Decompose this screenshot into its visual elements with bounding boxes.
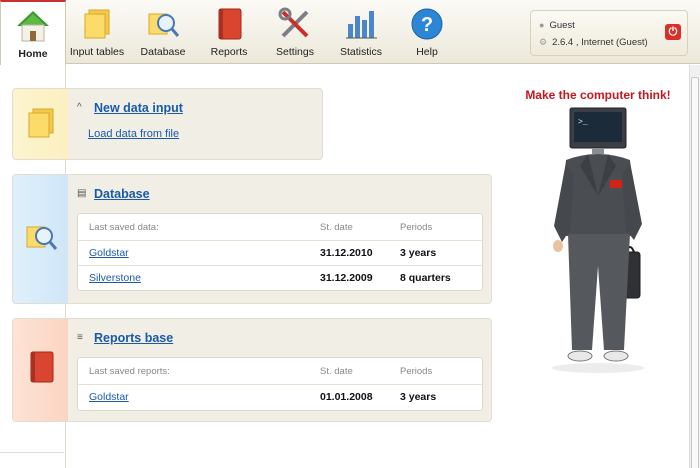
main-toolbar: Home Input tables Database Reports Setti… <box>0 0 700 65</box>
toolbar-database-button[interactable]: Database <box>130 0 196 64</box>
user-name-row: ● Guest <box>539 20 575 31</box>
table-row-periods: 3 years <box>400 391 437 403</box>
col-header-periods: Periods <box>400 222 433 233</box>
document-icon: ▤ <box>77 188 87 199</box>
toolbar-database-label: Database <box>140 46 186 58</box>
table-row-periods: 3 years <box>400 247 437 259</box>
list-icon: ≡ <box>77 332 83 343</box>
toolbar-home-button[interactable]: Home <box>0 0 66 65</box>
reports-title-link[interactable]: Reports base <box>94 331 173 345</box>
table-row-name-link[interactable]: Goldstar <box>89 391 129 403</box>
scrollbar-thumb[interactable] <box>691 77 699 468</box>
col-header-name: Last saved reports: <box>89 366 170 377</box>
col-header-name: Last saved data: <box>89 222 159 233</box>
input-tables-icon <box>28 108 54 138</box>
power-button[interactable]: ⏻ <box>665 24 681 40</box>
database-icon <box>26 226 58 250</box>
settings-icon <box>278 7 309 38</box>
table-row-name-link[interactable]: Silverstone <box>89 272 141 284</box>
header-divider <box>78 240 482 241</box>
new-data-panel: ^ New data input Load data from file <box>12 88 323 160</box>
database-title-link[interactable]: Database <box>94 187 150 201</box>
reports-side <box>13 319 68 421</box>
reports-table: Last saved reports: St. date Periods Gol… <box>77 357 483 411</box>
toolbar-statistics-label: Statistics <box>339 46 382 58</box>
toolbar-input-tables-button[interactable]: Input tables <box>64 0 130 64</box>
col-header-periods: Periods <box>400 366 433 377</box>
toolbar-reports-button[interactable]: Reports <box>196 0 262 64</box>
gear-icon: ⚙ <box>539 37 548 47</box>
collapse-icon[interactable]: ^ <box>77 102 82 113</box>
reports-icon <box>218 8 242 40</box>
col-header-date: St. date <box>320 366 353 377</box>
rail-divider <box>0 452 64 453</box>
input-tables-icon <box>84 9 110 39</box>
toolbar-reports-label: Reports <box>210 46 248 58</box>
database-panel: ▤ Database Last saved data: St. date Per… <box>12 174 492 304</box>
table-row-date: 31.12.2010 <box>320 247 373 259</box>
user-icon: ● <box>539 20 545 30</box>
statistics-icon <box>346 11 377 39</box>
row-divider <box>78 265 482 266</box>
load-data-link[interactable]: Load data from file <box>88 128 179 140</box>
toolbar-statistics-button[interactable]: Statistics <box>328 0 394 64</box>
table-row-date: 31.12.2009 <box>320 272 373 284</box>
table-row-name-link[interactable]: Goldstar <box>89 247 129 259</box>
new-data-side <box>13 89 68 159</box>
user-name: Guest <box>549 20 575 31</box>
help-icon: ? <box>411 8 443 40</box>
toolbar-settings-button[interactable]: Settings <box>262 0 328 64</box>
reports-icon <box>30 351 54 383</box>
toolbar-home-label: Home <box>18 48 48 60</box>
reports-panel: ≡ Reports base Last saved reports: St. d… <box>12 318 492 422</box>
promo-title: Make the computer think! <box>525 88 671 102</box>
database-icon <box>148 13 180 37</box>
toolbar-help-button[interactable]: ? Help <box>394 0 460 64</box>
svg-text:?: ? <box>421 14 433 36</box>
database-side <box>13 175 68 303</box>
screen-prompt: >_ <box>578 118 588 127</box>
new-data-title-link[interactable]: New data input <box>94 101 183 115</box>
version-row: ⚙ 2.6.4 , Internet (Guest) <box>539 37 648 48</box>
toolbar-settings-label: Settings <box>276 46 314 58</box>
table-row-periods: 8 quarters <box>400 272 451 284</box>
version-text: 2.6.4 , Internet (Guest) <box>552 37 648 48</box>
home-icon <box>17 11 49 42</box>
toolbar-help-label: Help <box>416 46 438 58</box>
vertical-scrollbar[interactable] <box>689 65 700 468</box>
toolbar-input-tables-label: Input tables <box>69 46 125 58</box>
header-divider <box>78 384 482 385</box>
col-header-date: St. date <box>320 222 353 233</box>
database-table: Last saved data: St. date Periods Goldst… <box>77 213 483 291</box>
table-row-date: 01.01.2008 <box>320 391 373 403</box>
user-info-box: ● Guest ⚙ 2.6.4 , Internet (Guest) ⏻ <box>530 10 688 56</box>
computer-head-man-illustration: >_ <box>552 107 644 373</box>
power-icon: ⏻ <box>668 26 678 38</box>
